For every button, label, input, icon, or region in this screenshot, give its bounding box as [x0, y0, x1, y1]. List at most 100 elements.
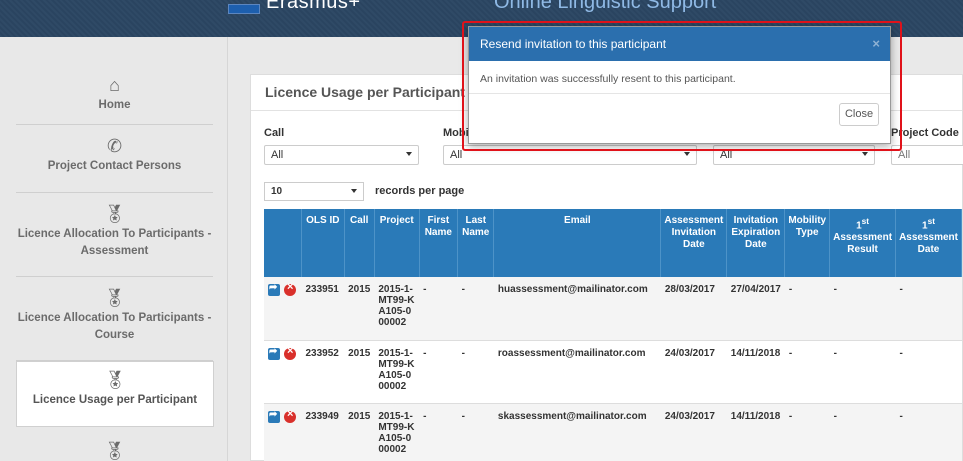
cell-mobility-type: - [784, 340, 830, 404]
chevron-down-icon [406, 152, 412, 156]
col-first-name[interactable]: First Name [419, 209, 459, 277]
cell-first-name: - [419, 403, 458, 461]
cell-assessment-date: - [895, 277, 962, 341]
table-row: 233952 2015 2015-1-MT99-KA105-000002 - -… [264, 340, 962, 404]
project-code-filter-label: Project Code [891, 127, 959, 139]
col-last-name[interactable]: Last Name [457, 209, 495, 277]
sidebar-item-label: Licence Allocation To Participants - Cou… [17, 312, 212, 341]
sidebar-item-label: Project Contact Persons [47, 160, 182, 172]
sidebar-item-home[interactable]: ⌂ Home [16, 71, 213, 125]
cell-assessment-result: - [829, 403, 896, 461]
brand-name: Erasmus+ [266, 0, 361, 13]
table-row: 233951 2015 2015-1-MT99-KA105-000002 - -… [264, 277, 962, 341]
delete-icon[interactable] [284, 282, 296, 296]
col-ols-id[interactable]: OLS ID [301, 209, 345, 277]
cell-project: 2015-1-MT99-KA105-000002 [374, 340, 420, 404]
sidebar-item-label: Home [98, 99, 131, 111]
modal-header: Resend invitation to this participant × [469, 27, 890, 61]
resend-invitation-modal: Resend invitation to this participant × … [468, 26, 891, 144]
delete-icon[interactable] [284, 409, 296, 423]
award-icon: 🏅︎ [103, 441, 126, 461]
call-filter-select[interactable]: All [264, 145, 419, 165]
col-mobility-type[interactable]: Mobility Type [784, 209, 831, 277]
call-filter-value: All [271, 149, 284, 161]
cell-expiration-date: 14/11/2018 [726, 403, 785, 461]
cell-assessment-result: - [829, 340, 896, 404]
table-row: 233949 2015 2015-1-MT99-KA105-000002 - -… [264, 403, 962, 461]
row-actions [264, 403, 302, 461]
col-actions [264, 209, 302, 277]
licence-usage-table: OLS ID Call Project First Name Last Name… [264, 209, 962, 461]
cell-project: 2015-1-MT99-KA105-000002 [374, 277, 420, 341]
mobility-filter-select[interactable]: All [443, 145, 697, 165]
records-per-page-select[interactable]: 10 [264, 182, 364, 201]
cell-mobility-type: - [784, 403, 830, 461]
sidebar-item-licence-allocation-course[interactable]: 🏅︎ Licence Allocation To Participants - … [16, 278, 213, 361]
cell-mobility-type: - [784, 277, 830, 341]
award-icon: 🏅︎ [103, 288, 126, 308]
cell-invitation-date: 24/03/2017 [660, 403, 727, 461]
cell-email: huassessment@mailinator.com [493, 277, 661, 341]
filter-value: All [720, 149, 733, 161]
award-icon: 🏅︎ [103, 204, 126, 224]
close-button[interactable]: Close [839, 103, 879, 126]
col-email[interactable]: Email [493, 209, 662, 277]
col-1st-assessment-date[interactable]: 1st Assessment Date [895, 209, 962, 277]
cell-ols-id: 233951 [301, 277, 345, 341]
cell-email: skassessment@mailinator.com [493, 403, 661, 461]
cell-first-name: - [419, 340, 458, 404]
delete-icon[interactable] [284, 346, 296, 360]
row-actions [264, 340, 302, 404]
page-title: Licence Usage per Participant [265, 84, 465, 100]
cell-call: 2015 [344, 340, 375, 404]
col-invitation-expiration-date[interactable]: Invitation Expiration Date [726, 209, 786, 277]
col-call[interactable]: Call [344, 209, 375, 277]
resend-icon[interactable] [268, 282, 280, 296]
sidebar-item-licence-usage[interactable]: 🏅︎ Licence Usage per Participant [16, 361, 214, 427]
cell-invitation-date: 28/03/2017 [660, 277, 727, 341]
phone-icon: ✆ [106, 136, 123, 156]
award-icon: 🏅︎ [103, 370, 127, 390]
modal-footer: Close [469, 94, 890, 144]
cell-assessment-date: - [895, 340, 962, 404]
records-per-page-value: 10 [271, 186, 283, 197]
cell-last-name: - [457, 340, 494, 404]
mobility-filter-value: All [450, 149, 463, 161]
table-header-row: OLS ID Call Project First Name Last Name… [264, 209, 962, 277]
app-title: Online Linguistic Support [494, 0, 717, 13]
cell-expiration-date: 14/11/2018 [726, 340, 785, 404]
sidebar-item-label: Licence Allocation To Participants - Ass… [17, 228, 212, 257]
eu-flag-logo [228, 4, 260, 14]
col-assessment-invitation-date[interactable]: Assessment Invitation Date [660, 209, 728, 277]
sidebar-item-next[interactable]: 🏅︎ [16, 437, 213, 461]
row-actions [264, 277, 302, 341]
cell-last-name: - [457, 277, 494, 341]
col-project[interactable]: Project [374, 209, 420, 277]
sidebar-item-project-contact-persons[interactable]: ✆ Project Contact Persons [16, 126, 213, 193]
mobility-filter-label: Mobi [443, 127, 469, 139]
cell-invitation-date: 24/03/2017 [660, 340, 727, 404]
chevron-down-icon [351, 189, 357, 193]
sidebar-item-label: Licence Usage per Participant [32, 394, 198, 406]
records-per-page-label: records per page [375, 185, 465, 197]
modal-title: Resend invitation to this participant [480, 37, 667, 51]
cell-assessment-result: - [829, 277, 896, 341]
close-icon[interactable]: × [872, 27, 880, 61]
cell-last-name: - [457, 403, 494, 461]
project-code-filter-input[interactable]: All [891, 145, 963, 165]
filter-select[interactable]: All [713, 145, 875, 165]
cell-expiration-date: 27/04/2017 [726, 277, 785, 341]
resend-icon[interactable] [268, 409, 280, 423]
cell-ols-id: 233952 [301, 340, 345, 404]
resend-icon[interactable] [268, 346, 280, 360]
chevron-down-icon [862, 152, 868, 156]
cell-ols-id: 233949 [301, 403, 345, 461]
cell-email: roassessment@mailinator.com [493, 340, 661, 404]
sidebar: ⌂ Home ✆ Project Contact Persons 🏅︎ Lice… [0, 37, 228, 461]
col-1st-assessment-result[interactable]: 1st Assessment Result [829, 209, 897, 277]
modal-message: An invitation was successfully resent to… [469, 61, 890, 94]
cell-call: 2015 [344, 403, 375, 461]
cell-first-name: - [419, 277, 458, 341]
sidebar-item-licence-allocation-assessment[interactable]: 🏅︎ Licence Allocation To Participants - … [16, 194, 213, 277]
cell-project: 2015-1-MT99-KA105-000002 [374, 403, 420, 461]
